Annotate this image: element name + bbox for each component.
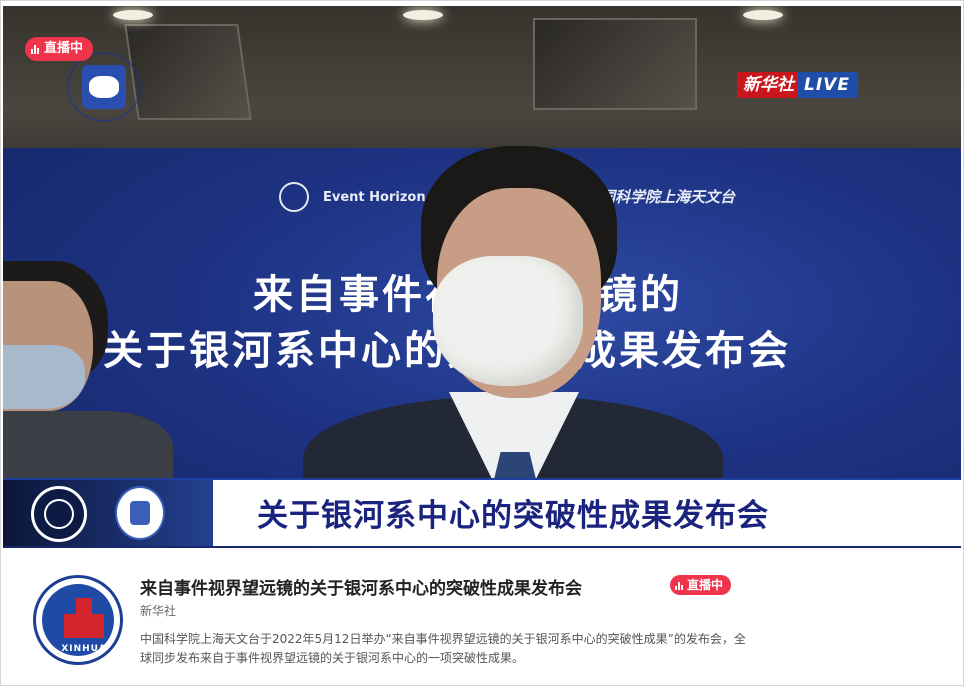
ceiling-light — [113, 10, 153, 20]
live-badge-label: 直播中 — [44, 41, 84, 56]
avatar-label: XINHUA — [61, 644, 107, 654]
shao-logo-icon — [115, 486, 165, 540]
ceiling-light — [743, 10, 783, 20]
live-badge: 直播中 — [25, 37, 94, 61]
banner-logos — [3, 480, 213, 546]
cas-logo-icon — [67, 52, 141, 122]
ceiling-vent — [124, 24, 252, 120]
eht-logo-icon — [31, 486, 87, 542]
ceiling-vent — [533, 18, 697, 110]
xinhua-avatar[interactable]: XINHUA — [33, 575, 123, 665]
live-bars-icon — [675, 581, 683, 590]
live-tag: LIVE — [798, 72, 858, 98]
avatar-disc: XINHUA — [42, 584, 114, 656]
stream-source[interactable]: 新华社 — [140, 602, 176, 619]
banner-title: 关于银河系中心的突破性成果发布会 — [257, 498, 769, 534]
lower-third-banner: 关于银河系中心的突破性成果发布会 — [3, 478, 961, 546]
xinhua-live-logo: 新华社 LIVE — [737, 72, 858, 98]
stream-live-badge: 直播中 — [670, 575, 732, 595]
video-player[interactable]: Event Horizon T 中国科学院上海天文台 来自事件视界望远镜的 关于… — [3, 6, 961, 548]
stream-description: 中国科学院上海天文台于2022年5月12日举办“来自事件视界望远镜的关于银河系中… — [140, 632, 746, 665]
person-left — [3, 261, 173, 501]
speaker — [303, 146, 723, 526]
live-bars-icon — [31, 44, 39, 54]
xinhua-brand: 新华社 — [737, 72, 798, 98]
stream-live-badge-label: 直播中 — [687, 578, 724, 592]
ceiling-light — [403, 10, 443, 20]
stream-title[interactable]: 来自事件视界望远镜的关于银河系中心的突破性成果发布会 — [140, 574, 582, 599]
xinhua-emblem-icon — [64, 598, 104, 638]
